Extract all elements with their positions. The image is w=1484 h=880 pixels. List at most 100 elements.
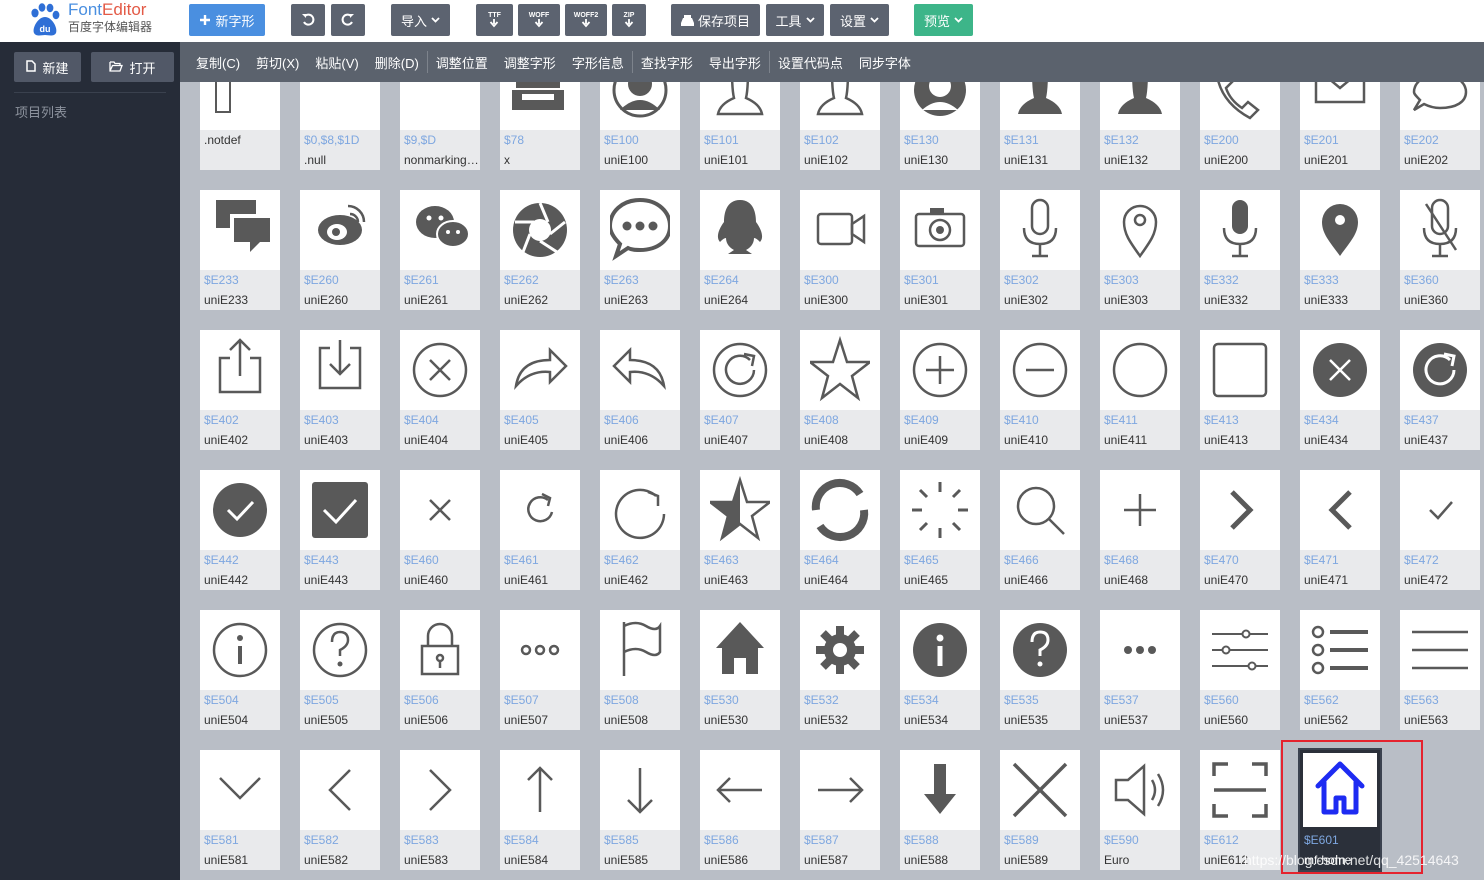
glyph-cell[interactable]: $E201 uniE201 <box>1300 82 1380 170</box>
glyph-cell[interactable]: $E333 uniE333 <box>1300 190 1380 310</box>
glyph-cell[interactable]: $E584 uniE584 <box>500 750 580 870</box>
glyph-cell[interactable]: $E507 uniE507 <box>500 610 580 730</box>
glyph-cell[interactable]: $E263 uniE263 <box>600 190 680 310</box>
glyph-cell[interactable]: $E403 uniE403 <box>300 330 380 450</box>
glyph-cell[interactable]: $E261 uniE261 <box>400 190 480 310</box>
adjust-position-button[interactable]: 调整位置 <box>436 53 488 72</box>
export-ttf-button[interactable]: TTF <box>476 4 513 36</box>
glyph-cell[interactable]: $E585 uniE585 <box>600 750 680 870</box>
new-glyph-button[interactable]: 新字形 <box>189 4 265 36</box>
new-project-button[interactable]: 新建 <box>14 52 81 82</box>
open-project-button[interactable]: 打开 <box>91 52 174 82</box>
glyph-cell[interactable]: $E233 uniE233 <box>200 190 280 310</box>
glyph-cell[interactable]: $E504 uniE504 <box>200 610 280 730</box>
glyph-cell[interactable]: $E200 uniE200 <box>1200 82 1280 170</box>
glyph-cell[interactable]: .notdef <box>200 82 280 170</box>
glyph-cell[interactable]: $E472 uniE472 <box>1400 470 1480 590</box>
glyph-cell[interactable]: $E506 uniE506 <box>400 610 480 730</box>
set-codepoint-button[interactable]: 设置代码点 <box>778 53 843 72</box>
glyph-cell[interactable]: $E464 uniE464 <box>800 470 880 590</box>
adjust-glyph-button[interactable]: 调整字形 <box>504 53 556 72</box>
glyph-cell[interactable]: $E437 uniE437 <box>1400 330 1480 450</box>
glyph-cell[interactable]: $0,$8,$1D .null <box>300 82 380 170</box>
glyph-cell[interactable]: $E534 uniE534 <box>900 610 980 730</box>
paste-button[interactable]: 粘贴(V) <box>315 53 358 72</box>
glyph-cell[interactable]: $E264 uniE264 <box>700 190 780 310</box>
glyph-cell[interactable]: $E131 uniE131 <box>1000 82 1080 170</box>
glyph-cell[interactable]: $E262 uniE262 <box>500 190 580 310</box>
glyph-cell[interactable]: $E332 uniE332 <box>1200 190 1280 310</box>
glyph-cell[interactable]: $E560 uniE560 <box>1200 610 1280 730</box>
glyph-cell[interactable]: $E508 uniE508 <box>600 610 680 730</box>
glyph-cell[interactable]: $E586 uniE586 <box>700 750 780 870</box>
glyph-cell[interactable]: $E408 uniE408 <box>800 330 880 450</box>
find-glyph-button[interactable]: 查找字形 <box>641 53 693 72</box>
glyph-cell[interactable]: $E463 uniE463 <box>700 470 780 590</box>
glyph-cell[interactable]: $E406 uniE406 <box>600 330 680 450</box>
glyph-cell[interactable]: $E530 uniE530 <box>700 610 780 730</box>
glyph-cell[interactable]: $E130 uniE130 <box>900 82 980 170</box>
glyph-cell[interactable]: $9,$D nonmarkingreturn <box>400 82 480 170</box>
glyph-cell[interactable]: $E407 uniE407 <box>700 330 780 450</box>
glyph-cell[interactable]: $E260 uniE260 <box>300 190 380 310</box>
glyph-cell[interactable]: $E405 uniE405 <box>500 330 580 450</box>
glyph-cell[interactable]: $E468 uniE468 <box>1100 470 1180 590</box>
glyph-cell[interactable]: $E583 uniE583 <box>400 750 480 870</box>
glyph-cell[interactable]: $E300 uniE300 <box>800 190 880 310</box>
undo-button[interactable] <box>291 4 325 36</box>
glyph-cell[interactable]: $E537 uniE537 <box>1100 610 1180 730</box>
glyph-cell[interactable]: $E587 uniE587 <box>800 750 880 870</box>
glyph-cell[interactable]: $E589 uniE589 <box>1000 750 1080 870</box>
settings-dropdown[interactable]: 设置 <box>830 4 889 36</box>
glyph-cell[interactable]: $E562 uniE562 <box>1300 610 1380 730</box>
glyph-cell[interactable]: $E301 uniE301 <box>900 190 980 310</box>
glyph-cell[interactable]: $E471 uniE471 <box>1300 470 1380 590</box>
glyph-cell[interactable]: $E302 uniE302 <box>1000 190 1080 310</box>
glyph-cell[interactable]: $E505 uniE505 <box>300 610 380 730</box>
glyph-cell[interactable]: $E101 uniE101 <box>700 82 780 170</box>
glyph-cell[interactable]: $E462 uniE462 <box>600 470 680 590</box>
glyph-cell[interactable]: $E442 uniE442 <box>200 470 280 590</box>
glyph-cell[interactable]: $E588 uniE588 <box>900 750 980 870</box>
sync-font-button[interactable]: 同步字体 <box>859 53 911 72</box>
glyph-cell[interactable]: $E461 uniE461 <box>500 470 580 590</box>
glyph-cell[interactable]: $E100 uniE100 <box>600 82 680 170</box>
preview-dropdown[interactable]: 预览 <box>914 4 973 36</box>
save-project-button[interactable]: 保存项目 <box>671 4 760 36</box>
export-glyph-button[interactable]: 导出字形 <box>709 53 761 72</box>
glyph-cell[interactable]: $E563 uniE563 <box>1400 610 1480 730</box>
glyph-info-button[interactable]: 字形信息 <box>572 53 624 72</box>
export-woff-button[interactable]: WOFF <box>518 4 560 36</box>
delete-button[interactable]: 删除(D) <box>375 53 419 72</box>
glyph-cell[interactable]: $E132 uniE132 <box>1100 82 1180 170</box>
glyph-cell[interactable]: $E443 uniE443 <box>300 470 380 590</box>
glyph-cell[interactable]: $E590 Euro <box>1100 750 1180 870</box>
tools-dropdown[interactable]: 工具 <box>766 4 824 36</box>
export-zip-button[interactable]: ZIP <box>612 4 646 36</box>
glyph-cell[interactable]: $E404 uniE404 <box>400 330 480 450</box>
cut-button[interactable]: 剪切(X) <box>256 53 299 72</box>
glyph-cell[interactable]: $E581 uniE581 <box>200 750 280 870</box>
glyph-cell[interactable]: $E411 uniE411 <box>1100 330 1180 450</box>
glyph-cell[interactable]: $E102 uniE102 <box>800 82 880 170</box>
redo-button[interactable] <box>331 4 365 36</box>
copy-button[interactable]: 复制(C) <box>196 53 240 72</box>
glyph-cell[interactable]: $E409 uniE409 <box>900 330 980 450</box>
glyph-cell[interactable]: $E413 uniE413 <box>1200 330 1280 450</box>
glyph-cell[interactable]: $E410 uniE410 <box>1000 330 1080 450</box>
glyph-cell[interactable]: $E466 uniE466 <box>1000 470 1080 590</box>
glyph-cell[interactable]: $E535 uniE535 <box>1000 610 1080 730</box>
glyph-cell[interactable]: $E460 uniE460 <box>400 470 480 590</box>
glyph-cell[interactable]: $78 x <box>500 82 580 170</box>
glyph-cell[interactable]: $E303 uniE303 <box>1100 190 1180 310</box>
glyph-cell[interactable]: $E434 uniE434 <box>1300 330 1380 450</box>
import-dropdown[interactable]: 导入 <box>391 4 450 36</box>
glyph-cell[interactable]: $E202 uniE202 <box>1400 82 1480 170</box>
export-woff2-button[interactable]: WOFF2 <box>565 4 607 36</box>
glyph-cell[interactable]: $E360 uniE360 <box>1400 190 1480 310</box>
glyph-cell[interactable]: $E402 uniE402 <box>200 330 280 450</box>
glyph-cell[interactable]: $E465 uniE465 <box>900 470 980 590</box>
glyph-cell[interactable]: $E582 uniE582 <box>300 750 380 870</box>
glyph-cell[interactable]: $E470 uniE470 <box>1200 470 1280 590</box>
glyph-cell[interactable]: $E532 uniE532 <box>800 610 880 730</box>
